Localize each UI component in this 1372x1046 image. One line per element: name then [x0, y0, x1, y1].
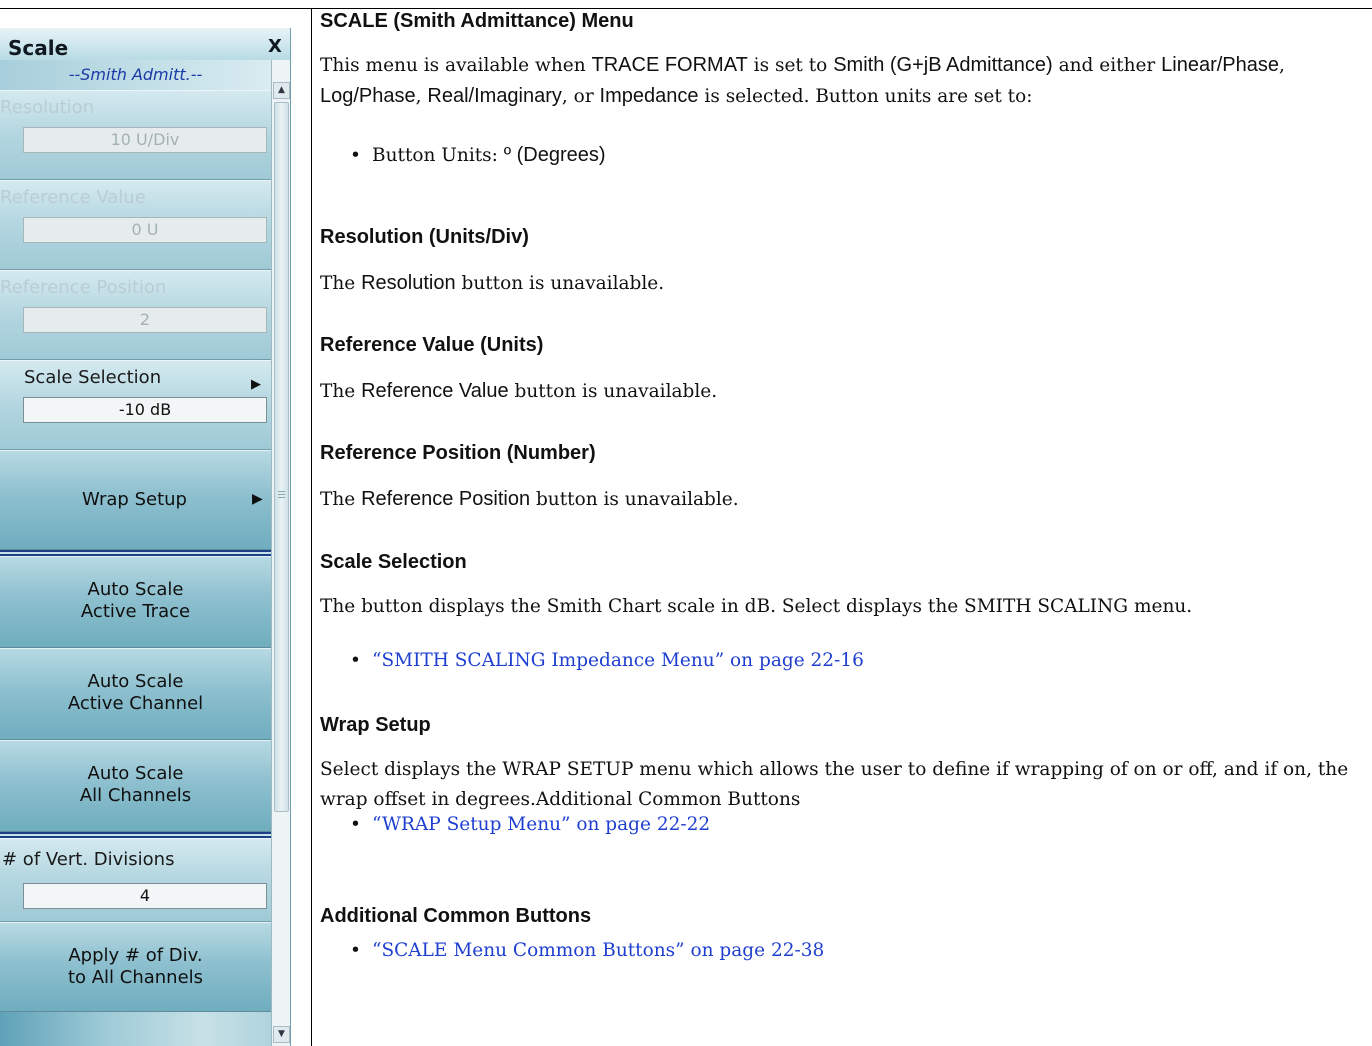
intro-ui-term: Impedance — [599, 85, 699, 107]
smith-scaling-link[interactable]: “SMITH SCALING Impedance Menu” on page 2… — [372, 650, 864, 671]
scale-selection-paragraph: The button displays the Smith Chart scal… — [320, 596, 1193, 617]
resolution-label: Resolution — [0, 97, 95, 118]
para-text: button is unavailable. — [455, 273, 665, 294]
para-text: button is unavailable. — [508, 381, 718, 402]
auto-scale-channel-line2: Active Channel — [67, 693, 204, 714]
scrollbar-thumb[interactable] — [274, 102, 289, 812]
section-heading-reference-position: Reference Position (Number) — [320, 442, 596, 464]
resolution-button[interactable]: Resolution 10 U/Div — [0, 90, 271, 180]
para-ui-term: Resolution — [361, 272, 456, 294]
scroll-up-icon[interactable]: ▲ — [273, 82, 290, 99]
para-text: The — [320, 381, 362, 402]
scale-menu-panel: Scale X --Smith Admitt.-- Resolution 10 … — [0, 28, 291, 1046]
reference-position-button[interactable]: Reference Position 2 — [0, 270, 271, 360]
grip-icon — [278, 491, 285, 499]
para-text: The — [320, 489, 362, 510]
intro-ui-term: Real/Imaginary — [427, 85, 562, 107]
intro-ui-term: Log/Phase — [320, 85, 416, 107]
vert-divisions-value: 4 — [23, 883, 267, 909]
panel-title-bar: Scale X — [0, 28, 290, 61]
column-divider — [311, 8, 312, 1046]
bullet-icon: • — [350, 650, 361, 671]
submenu-arrow-icon: ▶ — [251, 377, 261, 392]
auto-scale-active-channel-button[interactable]: Auto Scale Active Channel — [0, 648, 271, 740]
apply-div-line1: Apply # of Div. — [68, 945, 203, 966]
scale-selection-value: -10 dB — [23, 397, 267, 423]
close-icon[interactable]: X — [268, 36, 282, 57]
auto-scale-channel-line1: Auto Scale — [87, 671, 184, 692]
list-item: • Button Units: º (Degrees) — [350, 144, 606, 167]
bullet-icon: • — [350, 940, 361, 961]
bullet-ui-term: º (Degrees) — [503, 144, 606, 166]
bullet-icon: • — [350, 145, 361, 166]
para-text: The — [320, 273, 362, 294]
auto-scale-trace-line2: Active Trace — [80, 601, 191, 622]
list-item: • “SMITH SCALING Impedance Menu” on page … — [350, 650, 864, 671]
bullet-text: Button Units: — [372, 145, 504, 166]
intro-paragraph: This menu is available when TRACE FORMAT… — [320, 50, 1366, 112]
auto-scale-trace-line1: Auto Scale — [87, 579, 184, 600]
para-ui-term: Reference Position — [361, 488, 531, 510]
section-heading-reference-value: Reference Value (Units) — [320, 334, 544, 356]
wrap-setup-paragraph: Select displays the WRAP SETUP menu whic… — [320, 759, 1349, 810]
reference-position-value: 2 — [23, 307, 267, 333]
list-item: • “WRAP Setup Menu” on page 22-22 — [350, 814, 710, 835]
list-item: • “SCALE Menu Common Buttons” on page 22-… — [350, 940, 824, 961]
document-column: SCALE (Smith Admittance) Menu This menu … — [320, 0, 1368, 1046]
resolution-paragraph: The Resolution button is unavailable. — [320, 268, 1366, 299]
apply-divisions-button[interactable]: Apply # of Div. to All Channels — [0, 922, 271, 1012]
section-heading-resolution: Resolution (Units/Div) — [320, 226, 529, 248]
reference-position-label: Reference Position — [0, 277, 167, 298]
vert-divisions-label: # of Vert. Divisions — [2, 849, 175, 870]
reference-value-paragraph: The Reference Value button is unavailabl… — [320, 376, 1366, 407]
page-title: SCALE (Smith Admittance) Menu — [320, 10, 634, 32]
auto-scale-all-line1: Auto Scale — [87, 763, 184, 784]
intro-text: is selected. Button units are set to: — [698, 86, 1033, 107]
bullet-icon: • — [350, 814, 361, 835]
scroll-down-icon[interactable]: ▼ — [273, 1026, 290, 1043]
reference-value-value: 0 U — [23, 217, 267, 243]
intro-ui-term: Smith (G+jB Admittance) — [833, 54, 1053, 76]
intro-text: and either — [1052, 55, 1162, 76]
auto-scale-active-trace-button[interactable]: Auto Scale Active Trace — [0, 556, 271, 648]
submenu-arrow-icon: ▶ — [252, 491, 263, 507]
intro-text: , — [1279, 55, 1285, 76]
intro-text: , or — [561, 86, 600, 107]
para-text: button is unavailable. — [530, 489, 739, 510]
auto-scale-all-channels-button[interactable]: Auto Scale All Channels — [0, 740, 271, 832]
apply-div-line2: to All Channels — [67, 967, 204, 988]
reference-position-paragraph: The Reference Position button is unavail… — [320, 484, 1366, 515]
reference-value-label: Reference Value — [0, 187, 146, 208]
auto-scale-all-line2: All Channels — [79, 785, 192, 806]
section-heading-common-buttons: Additional Common Buttons — [320, 905, 592, 927]
intro-text: is set to — [747, 55, 834, 76]
scale-selection-label: Scale Selection — [24, 367, 162, 388]
intro-ui-term: Linear/Phase — [1161, 54, 1280, 76]
scale-selection-button[interactable]: Scale Selection ▶ -10 dB — [0, 360, 271, 450]
panel-title: Scale — [8, 36, 69, 60]
para-ui-term: Reference Value — [361, 380, 509, 402]
menu-heading: --Smith Admitt.-- — [0, 60, 271, 90]
common-buttons-link[interactable]: “SCALE Menu Common Buttons” on page 22-3… — [372, 940, 824, 961]
intro-text: , — [415, 86, 428, 107]
reference-value-button[interactable]: Reference Value 0 U — [0, 180, 271, 270]
section-heading-scale-selection: Scale Selection — [320, 551, 467, 573]
resolution-value: 10 U/Div — [23, 127, 267, 153]
intro-text: This menu is available when — [320, 55, 592, 76]
wrap-setup-label: Wrap Setup — [82, 489, 187, 510]
menu-scrollbar[interactable]: ▲ ▼ — [271, 60, 290, 1046]
wrap-setup-button[interactable]: Wrap Setup ▶ — [0, 450, 271, 550]
section-heading-wrap-setup: Wrap Setup — [320, 714, 431, 736]
wrap-setup-link[interactable]: “WRAP Setup Menu” on page 22-22 — [372, 814, 710, 835]
intro-ui-term: TRACE FORMAT — [591, 54, 748, 76]
vert-divisions-button[interactable]: # of Vert. Divisions 4 — [0, 838, 271, 922]
